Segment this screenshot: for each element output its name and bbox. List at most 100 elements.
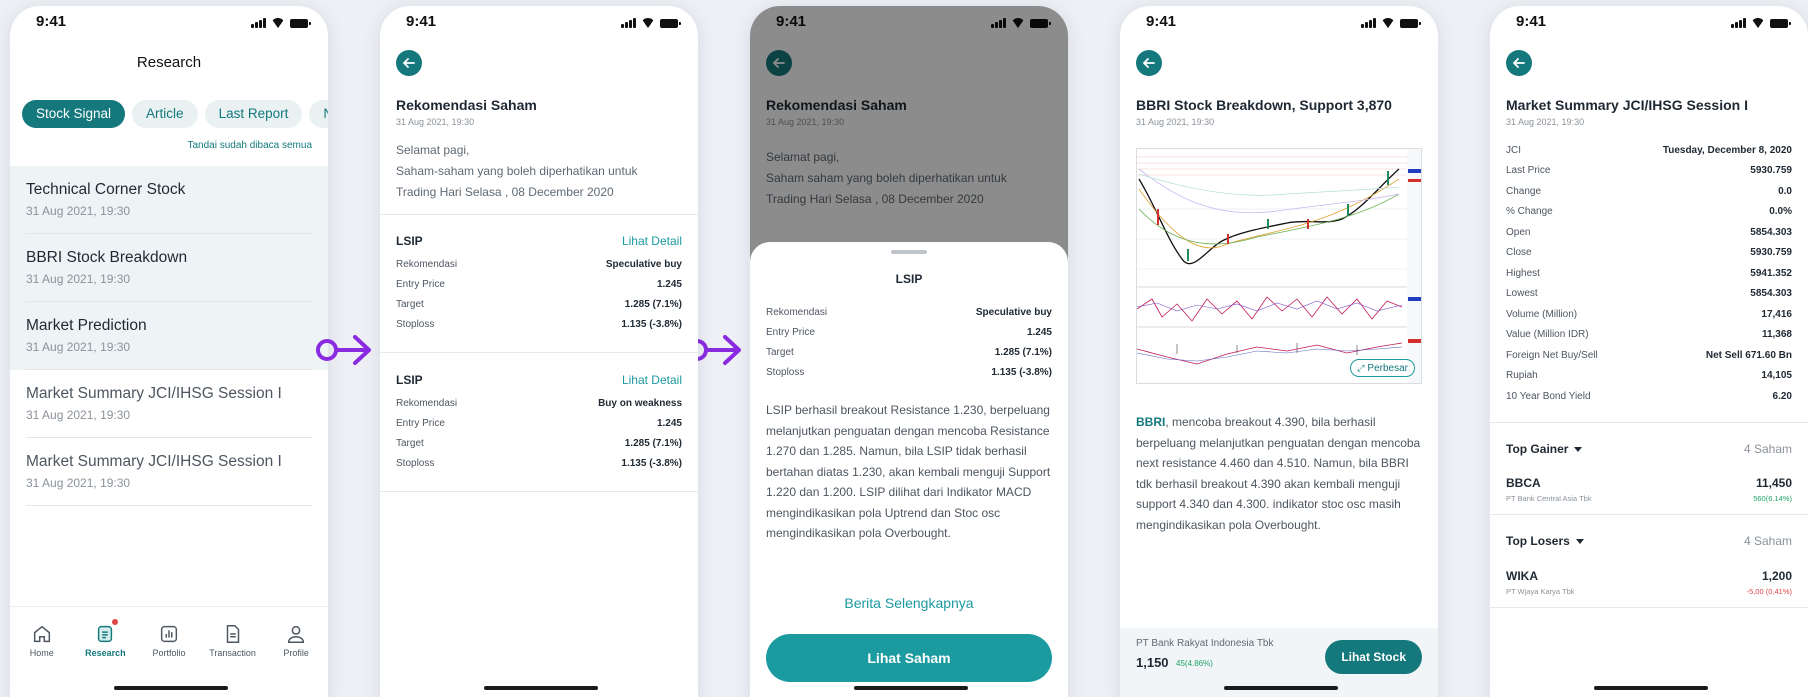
article-ticker[interactable]: BBRI [1136, 415, 1165, 429]
info-row: Target 1.285 (7.1%) [396, 433, 682, 453]
info-row: Target 1.285 (7.1%) [396, 294, 682, 314]
recommendation-sheet-screen: 9:41 Rekomendasi Saham 31 Aug 2021, 19:3… [750, 6, 1068, 697]
home-indicator [484, 686, 598, 690]
home-indicator [854, 686, 968, 690]
stock-chart-image[interactable]: ⤢ Perbesar [1136, 148, 1422, 384]
summary-value: 17,416 [1761, 308, 1792, 320]
enlarge-button[interactable]: ⤢ Perbesar [1350, 359, 1415, 377]
gainer-sub-row: PT Bank Central Asia Tbk 560(6.14%) [1506, 494, 1792, 503]
intro-line: Selamat pagi, [396, 143, 470, 157]
list-item[interactable]: Market Prediction 31 Aug 2021, 19:30 [10, 302, 328, 370]
wifi-icon [641, 18, 655, 28]
more-news-link[interactable]: Berita Selengkapnya [750, 595, 1068, 611]
nav-transaction[interactable]: Transaction [201, 607, 265, 666]
info-value: 1.285 (7.1%) [994, 346, 1052, 358]
loser-row[interactable]: WIKA 1,200 [1506, 569, 1792, 583]
tab-more[interactable]: N [309, 100, 328, 128]
sheet-handle[interactable] [891, 250, 927, 254]
category-tabs: Stock Signal Article Last Report N [22, 100, 328, 128]
top-gainer-count: 4 Saham [1743, 442, 1792, 456]
divider [380, 214, 698, 215]
stock-article-screen: 9:41 BBRI Stock Breakdown, Support 3,870… [1120, 6, 1438, 697]
list-item-date: 31 Aug 2021, 19:30 [26, 204, 131, 218]
info-row: Stoploss 1.135 (-3.8%) [766, 362, 1052, 382]
info-value: 1.245 [656, 278, 682, 290]
stock-ticker: LSIP [396, 234, 423, 248]
summary-label: Rupiah [1506, 370, 1538, 381]
nav-research[interactable]: Research [74, 607, 138, 666]
signal-icon [621, 18, 636, 28]
top-gainer-header[interactable]: Top Gainer 4 Saham [1506, 442, 1792, 456]
mark-all-read-link[interactable]: Tandai sudah dibaca semua [187, 140, 312, 151]
list-item-title: Market Prediction [26, 317, 147, 334]
top-losers-label: Top Losers [1506, 534, 1570, 548]
summary-label: Change [1506, 185, 1542, 197]
top-losers-header[interactable]: Top Losers 4 Saham [1506, 534, 1792, 548]
summary-value: 5854.303 [1750, 288, 1792, 299]
info-value: 1.245 [1026, 326, 1052, 338]
view-stock-button[interactable]: Lihat Stock [1325, 640, 1422, 674]
gainer-row[interactable]: BBCA 11,450 [1506, 476, 1792, 490]
article-body: , mencoba breakout 4.390, bila berhasil … [1136, 415, 1421, 532]
detail-link[interactable]: Lihat Detail [622, 234, 682, 248]
list-item-date: 31 Aug 2021, 19:30 [26, 408, 131, 422]
view-stock-button[interactable]: Lihat Saham [766, 634, 1052, 682]
list-item[interactable]: Market Summary JCI/IHSG Session I 31 Aug … [10, 370, 328, 438]
list-item[interactable]: Market Summary JCI/IHSG Session I 31 Aug … [10, 438, 328, 506]
tab-last-report[interactable]: Last Report [204, 100, 303, 128]
nav-transaction-label: Transaction [209, 648, 256, 658]
summary-row: Value (Million IDR) 11,368 [1506, 326, 1792, 344]
list-item-title: Technical Corner Stock [26, 181, 186, 198]
chevron-down-icon [1575, 538, 1584, 544]
summary-value: 6.20 [1772, 390, 1792, 402]
tab-stock-signal[interactable]: Stock Signal [22, 100, 126, 128]
info-label: Entry Price [396, 278, 445, 290]
summary-row: Close 5930.759 [1506, 244, 1792, 262]
list-item-title: BBRI Stock Breakdown [26, 249, 188, 266]
back-button[interactable] [396, 50, 422, 76]
tab-article[interactable]: Article [132, 100, 198, 128]
summary-value: 5930.759 [1750, 247, 1792, 258]
status-bar: 9:41 [10, 6, 328, 42]
top-losers-count: 4 Saham [1743, 534, 1792, 548]
arrow-left-icon [402, 58, 415, 68]
info-value: 1.285 (7.1%) [624, 437, 682, 449]
info-label: Rekomendasi [396, 397, 458, 409]
intro-text: Selamat pagi, Saham-saham yang boleh dip… [396, 140, 638, 203]
intro-line: Saham-saham yang boleh diperhatikan untu… [396, 164, 638, 178]
nav-portfolio-label: Portfolio [152, 648, 186, 658]
info-value: 1.285 (7.1%) [624, 298, 682, 310]
nav-home[interactable]: Home [10, 607, 74, 666]
list-item[interactable]: BBRI Stock Breakdown 31 Aug 2021, 19:30 [10, 234, 328, 302]
status-bar: 9:41 [1120, 6, 1438, 42]
notification-list: Technical Corner Stock 31 Aug 2021, 19:30… [10, 166, 328, 506]
info-row: Rekomendasi Buy on weakness [396, 393, 682, 413]
list-item-date: 31 Aug 2021, 19:30 [26, 476, 131, 490]
battery-icon [1400, 18, 1421, 28]
info-value: 1.245 [656, 417, 682, 429]
info-row: Entry Price 1.245 [396, 274, 682, 294]
nav-profile[interactable]: Profile [264, 607, 328, 666]
info-value: Speculative buy [975, 306, 1052, 318]
summary-row: Open 5854.303 [1506, 223, 1792, 241]
post-date: 31 Aug 2021, 19:30 [1506, 117, 1585, 127]
page-title: Market Summary JCI/IHSG Session I [1506, 97, 1748, 113]
nav-portfolio[interactable]: Portfolio [137, 607, 201, 666]
detail-link[interactable]: Lihat Detail [622, 373, 682, 387]
stock-ticker: LSIP [396, 373, 423, 387]
stock-price: 1,150 [1136, 655, 1169, 670]
list-item[interactable]: Technical Corner Stock 31 Aug 2021, 19:30 [10, 166, 328, 234]
status-time: 9:41 [1516, 13, 1547, 30]
info-row: Target 1.285 (7.1%) [766, 342, 1052, 362]
list-item-title: Market Summary JCI/IHSG Session I [26, 453, 282, 470]
summary-value: 0.0 [1778, 185, 1792, 197]
info-label: Stoploss [396, 457, 435, 469]
back-button[interactable] [1506, 50, 1532, 76]
loser-change: -5,00 (0,41%) [1746, 587, 1792, 596]
info-label: Entry Price [766, 326, 815, 338]
flow-arrow-icon [316, 335, 371, 365]
stock-change: 45(4.86%) [1176, 659, 1213, 668]
arrow-left-icon [1142, 58, 1155, 68]
back-button[interactable] [1136, 50, 1162, 76]
divider [1490, 422, 1808, 423]
